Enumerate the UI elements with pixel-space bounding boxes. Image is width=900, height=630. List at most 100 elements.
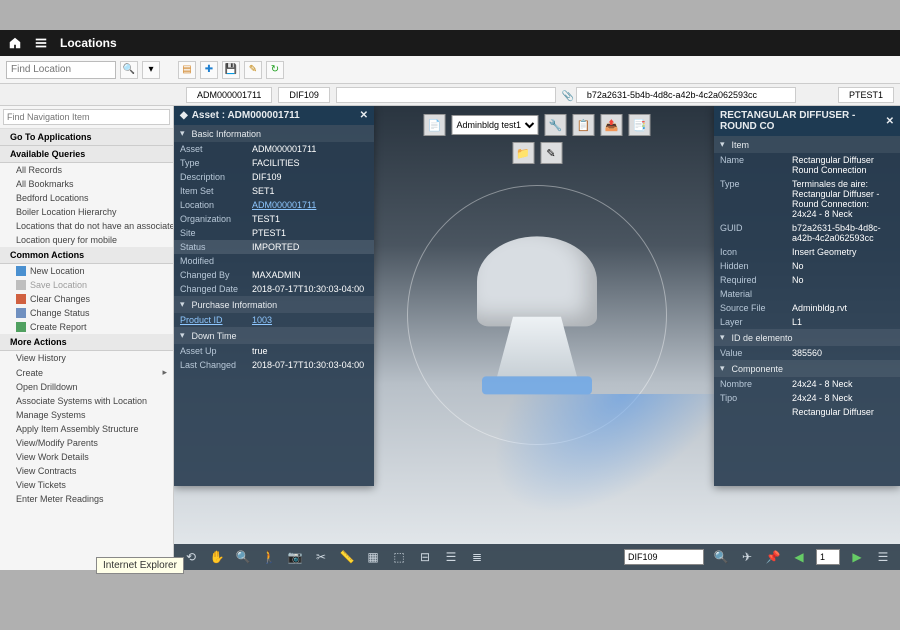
sidebar-item-query[interactable]: Bedford Locations <box>0 191 173 205</box>
camera-icon[interactable]: 📷 <box>286 548 304 566</box>
crumb-asset[interactable]: ADM000001711 <box>186 87 272 103</box>
sidebar-item-more[interactable]: Manage Systems <box>0 408 173 422</box>
label: Changed By <box>180 270 248 280</box>
dropdown-icon[interactable]: ▾ <box>142 61 160 79</box>
asset-section-downtime[interactable]: Down Time <box>174 327 374 344</box>
properties-icon[interactable]: ☰ <box>442 548 460 566</box>
layers-icon[interactable]: ≣ <box>468 548 486 566</box>
common-head[interactable]: Common Actions <box>0 247 173 264</box>
float-settings-icon[interactable]: 🔧 <box>545 114 567 136</box>
float-help-icon[interactable]: 📑 <box>629 114 651 136</box>
close-icon[interactable]: ✕ <box>360 110 368 121</box>
box-icon[interactable]: ▦ <box>364 548 382 566</box>
float-folder-icon[interactable]: 📁 <box>512 142 534 164</box>
sidebar-item-saveloc[interactable]: Save Location <box>0 278 173 292</box>
nav-search-input[interactable] <box>3 109 170 125</box>
sidebar-item-query[interactable]: Boiler Location Hierarchy <box>0 205 173 219</box>
label: Value <box>720 348 788 358</box>
crumb-desc[interactable]: DIF109 <box>278 87 330 103</box>
sidebar-item-more[interactable]: Create▸ <box>0 365 173 380</box>
sidebar-item-more[interactable]: View/Modify Parents <box>0 436 173 450</box>
more-head[interactable]: More Actions <box>0 334 173 351</box>
menu-icon[interactable] <box>34 36 48 50</box>
page-input[interactable] <box>816 549 840 565</box>
sidebar-item-query[interactable]: Locations that do not have an associated… <box>0 219 173 233</box>
properties-panel: RECTANGULAR DIFFUSER - ROUND CO ✕ Item N… <box>714 106 900 486</box>
model-select[interactable]: Adminbldg test1 <box>452 115 539 135</box>
sidebar-item-more[interactable]: Open Drilldown <box>0 380 173 394</box>
asset-panel-header[interactable]: ◆ Asset : ADM000001711 ✕ <box>174 106 374 125</box>
section-item[interactable]: Item <box>714 136 900 153</box>
section-icon[interactable]: ✂ <box>312 548 330 566</box>
value: Insert Geometry <box>792 247 857 257</box>
float-edit-icon[interactable]: ✎ <box>540 142 562 164</box>
3d-viewport[interactable]: 📄 Adminbldg test1 🔧 📋 📤 📑 📁 ✎ ◆ Asset : … <box>174 106 900 570</box>
value: L1 <box>792 317 802 327</box>
label: Organization <box>180 214 248 224</box>
product-id-value-link[interactable]: 1003 <box>252 315 272 325</box>
sidebar-item-newloc[interactable]: New Location <box>0 264 173 278</box>
sidebar-item-more[interactable]: View History <box>0 351 173 365</box>
toolbar-detail-icon[interactable]: ▤ <box>178 61 196 79</box>
sidebar-item-query[interactable]: Location query for mobile <box>0 233 173 247</box>
section-idel[interactable]: ID de elemento <box>714 329 900 346</box>
sidebar-item-clear[interactable]: Clear Changes <box>0 292 173 306</box>
crumb-site[interactable]: PTEST1 <box>838 87 894 103</box>
pan-icon[interactable]: ✋ <box>208 548 226 566</box>
sidebar: Go To Applications Available Queries All… <box>0 106 174 570</box>
sidebar-item-report[interactable]: Create Report <box>0 320 173 334</box>
measure-icon[interactable]: 📏 <box>338 548 356 566</box>
toolbar-refresh-icon[interactable]: ↻ <box>266 61 284 79</box>
label: Type <box>180 158 248 168</box>
sidebar-item-more[interactable]: Apply Item Assembly Structure <box>0 422 173 436</box>
section-comp[interactable]: Componente <box>714 360 900 377</box>
toolbar-edit-icon[interactable]: ✎ <box>244 61 262 79</box>
sidebar-item-query[interactable]: All Bookmarks <box>0 177 173 191</box>
sidebar-item-more[interactable]: View Contracts <box>0 464 173 478</box>
find-location-input[interactable] <box>6 61 116 79</box>
sidebar-item-more[interactable]: View Tickets <box>0 478 173 492</box>
home-icon[interactable] <box>8 36 22 50</box>
value: No <box>792 261 804 271</box>
float-file-icon[interactable]: 📄 <box>424 114 446 136</box>
toolbar-new-icon[interactable]: ✚ <box>200 61 218 79</box>
float-export-icon[interactable]: 📤 <box>601 114 623 136</box>
link-icon[interactable]: 📎 <box>562 91 570 99</box>
cube-icon[interactable]: ⬚ <box>390 548 408 566</box>
goto-apps-label: Go To Applications <box>10 132 92 142</box>
sidebar-item-query[interactable]: All Records <box>0 163 173 177</box>
search-icon[interactable]: 🔍 <box>120 61 138 79</box>
properties-panel-header[interactable]: RECTANGULAR DIFFUSER - ROUND CO ✕ <box>714 106 900 136</box>
product-id-link[interactable]: Product ID <box>180 315 248 325</box>
viewport-search-input[interactable] <box>624 549 704 565</box>
tree-icon[interactable]: ⊟ <box>416 548 434 566</box>
value: true <box>252 346 268 356</box>
crumb-guid[interactable]: b72a2631-5b4b-4d8c-a42b-4c2a062593cc <box>576 87 796 103</box>
sidebar-item-more[interactable]: View Work Details <box>0 450 173 464</box>
value: 24x24 - 8 Neck <box>792 393 853 403</box>
close-icon[interactable]: ✕ <box>886 116 894 127</box>
sidebar-item-more[interactable]: Enter Meter Readings <box>0 492 173 506</box>
list-icon[interactable]: ☰ <box>874 548 892 566</box>
value: Terminales de aire: Rectangular Diffuser… <box>792 179 894 219</box>
orbit-icon[interactable]: ⟲ <box>182 548 200 566</box>
crumb-blank[interactable] <box>336 87 556 103</box>
toolbar-save-icon[interactable]: 💾 <box>222 61 240 79</box>
float-copy-icon[interactable]: 📋 <box>573 114 595 136</box>
locate-icon[interactable]: ✈ <box>738 548 756 566</box>
goto-apps-head[interactable]: Go To Applications <box>0 129 173 146</box>
sidebar-item-more[interactable]: Associate Systems with Location <box>0 394 173 408</box>
walk-icon[interactable]: 🚶 <box>260 548 278 566</box>
asset-section-basic[interactable]: Basic Information <box>174 125 374 142</box>
3d-model-diffuser[interactable] <box>477 237 597 395</box>
search-icon[interactable]: 🔍 <box>712 548 730 566</box>
prev-icon[interactable]: ◀ <box>790 548 808 566</box>
zoom-icon[interactable]: 🔍 <box>234 548 252 566</box>
queries-head[interactable]: Available Queries <box>0 146 173 163</box>
sidebar-item-changestatus[interactable]: Change Status <box>0 306 173 320</box>
label: Last Changed <box>180 360 248 370</box>
asset-section-purchase[interactable]: Purchase Information <box>174 296 374 313</box>
location-link[interactable]: ADM000001711 <box>252 200 316 210</box>
pin-icon[interactable]: 📌 <box>764 548 782 566</box>
next-icon[interactable]: ▶ <box>848 548 866 566</box>
